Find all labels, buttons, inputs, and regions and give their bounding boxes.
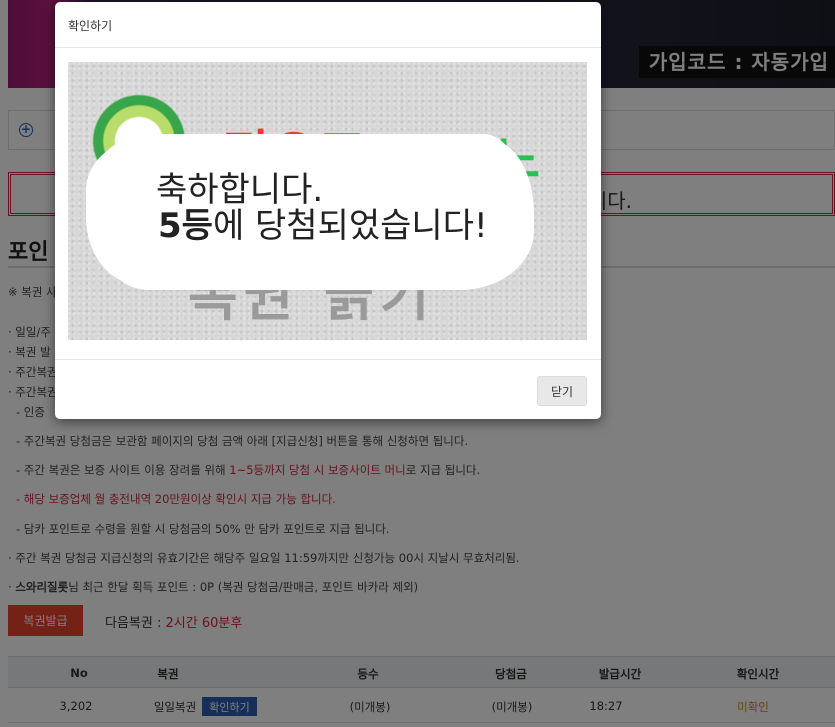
congrats-text: 에 당첨되었습니다! xyxy=(212,206,488,246)
scratch-result-image: 펀오즈 카지노 복권 긁기 축하합니다. 5등에 당첨되었습니다! xyxy=(68,62,587,340)
modal-footer: 닫기 xyxy=(55,359,601,419)
modal-header: 확인하기 xyxy=(55,2,601,48)
prize-rank: 5등 xyxy=(158,206,213,246)
confirm-modal: 확인하기 펀오즈 카지노 복권 긁기 축하합니다. 5등에 당첨되었습니다! 닫… xyxy=(55,2,601,419)
modal-title: 확인하기 xyxy=(68,19,113,33)
congrats-line-2: 5등에 당첨되었습니다! xyxy=(158,198,488,247)
close-button[interactable]: 닫기 xyxy=(537,376,587,406)
